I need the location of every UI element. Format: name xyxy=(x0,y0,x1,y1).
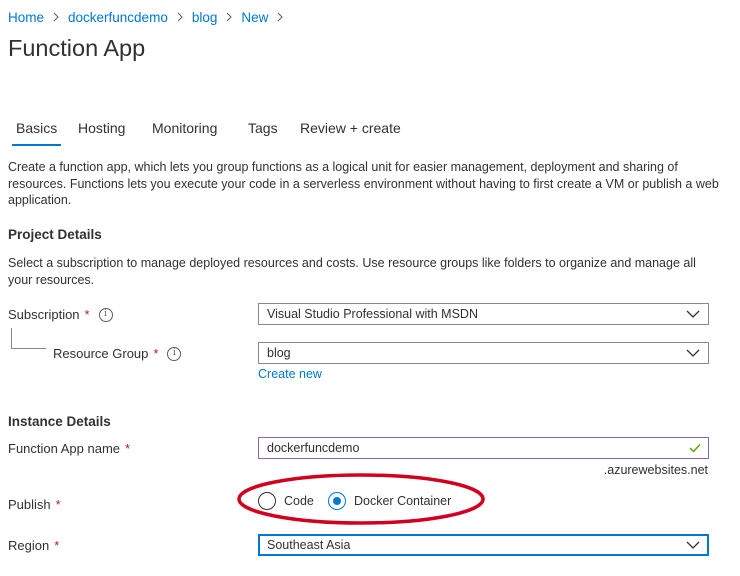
required-marker: * xyxy=(55,497,61,512)
function-app-name-label: Function App name * xyxy=(8,441,130,456)
breadcrumb-dockerfuncdemo[interactable]: dockerfuncdemo xyxy=(68,10,168,25)
instance-details-heading: Instance Details xyxy=(8,414,111,429)
required-marker: * xyxy=(153,346,159,361)
region-dropdown[interactable]: Southeast Asia xyxy=(258,534,709,556)
info-icon[interactable]: i xyxy=(98,307,113,322)
subscription-label: Subscription * i xyxy=(8,307,113,322)
tree-connector xyxy=(11,328,46,349)
function-app-name-value: dockerfuncdemo xyxy=(267,441,360,455)
subscription-dropdown[interactable]: Visual Studio Professional with MSDN xyxy=(258,303,709,325)
red-annotation-ellipse xyxy=(237,473,485,525)
required-marker: * xyxy=(84,307,90,322)
create-new-link[interactable]: Create new xyxy=(258,367,322,381)
tab-hosting[interactable]: Hosting xyxy=(78,120,125,136)
chevron-down-icon xyxy=(686,541,700,549)
chevron-right-icon xyxy=(50,9,62,25)
tab-tags[interactable]: Tags xyxy=(248,120,278,136)
function-app-name-label-text: Function App name xyxy=(8,441,121,456)
chevron-down-icon xyxy=(686,349,700,357)
chevron-right-icon xyxy=(174,9,186,25)
breadcrumb: Home dockerfuncdemo blog New xyxy=(8,9,292,25)
function-app-name-input[interactable]: dockerfuncdemo xyxy=(258,437,709,459)
tab-monitoring[interactable]: Monitoring xyxy=(152,120,217,136)
project-details-heading: Project Details xyxy=(8,227,102,242)
resource-group-label-text: Resource Group xyxy=(53,346,149,361)
chevron-right-icon xyxy=(274,9,286,25)
tab-review-create[interactable]: Review + create xyxy=(300,120,401,136)
info-icon[interactable]: i xyxy=(167,346,182,361)
intro-text: Create a function app, which lets you gr… xyxy=(8,160,719,207)
required-marker: * xyxy=(54,538,60,553)
breadcrumb-blog[interactable]: blog xyxy=(192,10,218,25)
checkmark-icon xyxy=(689,444,701,453)
subscription-label-text: Subscription xyxy=(8,307,80,322)
resource-group-value: blog xyxy=(267,346,291,360)
required-marker: * xyxy=(125,441,131,456)
region-label: Region * xyxy=(8,538,59,553)
project-details-description: Select a subscription to manage deployed… xyxy=(8,256,696,287)
tab-basics[interactable]: Basics xyxy=(11,120,62,146)
region-label-text: Region xyxy=(8,538,50,553)
subscription-value: Visual Studio Professional with MSDN xyxy=(267,307,478,321)
breadcrumb-home[interactable]: Home xyxy=(8,10,44,25)
chevron-right-icon xyxy=(223,9,235,25)
publish-label: Publish * xyxy=(8,497,61,512)
page-title: Function App xyxy=(8,35,146,61)
publish-label-text: Publish xyxy=(8,497,51,512)
resource-group-dropdown[interactable]: blog xyxy=(258,342,709,364)
chevron-down-icon xyxy=(686,310,700,318)
region-value: Southeast Asia xyxy=(267,538,351,552)
breadcrumb-new[interactable]: New xyxy=(241,10,268,25)
resource-group-label: Resource Group * i xyxy=(53,346,182,361)
domain-suffix: .azurewebsites.net xyxy=(603,463,708,477)
